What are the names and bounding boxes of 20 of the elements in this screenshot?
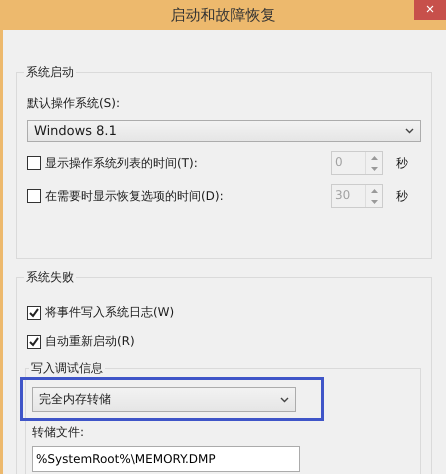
- checkbox-label: 将事件写入系统日志(W): [45, 304, 174, 321]
- field-label: 默认操作系统(S):: [27, 95, 122, 112]
- checkbox[interactable]: [27, 334, 41, 348]
- unit-label: 秒: [395, 154, 409, 172]
- os-dropdown[interactable]: Windows 8.1: [27, 120, 421, 142]
- chevron-icon: [280, 396, 289, 402]
- dump-file-field[interactable]: %SystemRoot%\MEMORY.DMP: [32, 446, 300, 472]
- group-title: 系统失败: [25, 269, 75, 286]
- field-label: 转储文件:: [32, 424, 86, 441]
- group-title: 写入调试信息: [30, 360, 104, 377]
- unit-label: 秒: [395, 188, 409, 204]
- window-title: 启动和故障恢复: [170, 6, 276, 24]
- close-button[interactable]: ×: [414, 0, 446, 20]
- checkbox-label: 在需要时显示恢复选项的时间(D):: [45, 188, 224, 204]
- group-title: 系统启动: [25, 64, 75, 81]
- dump-type-dropdown[interactable]: 完全内存转储: [32, 387, 296, 412]
- checkbox-label: 显示操作系统列表的时间(T):: [45, 154, 198, 172]
- checkbox[interactable]: [27, 306, 41, 320]
- checkbox-label: 自动重新启动(R): [45, 333, 135, 350]
- chevron-icon: [405, 128, 414, 134]
